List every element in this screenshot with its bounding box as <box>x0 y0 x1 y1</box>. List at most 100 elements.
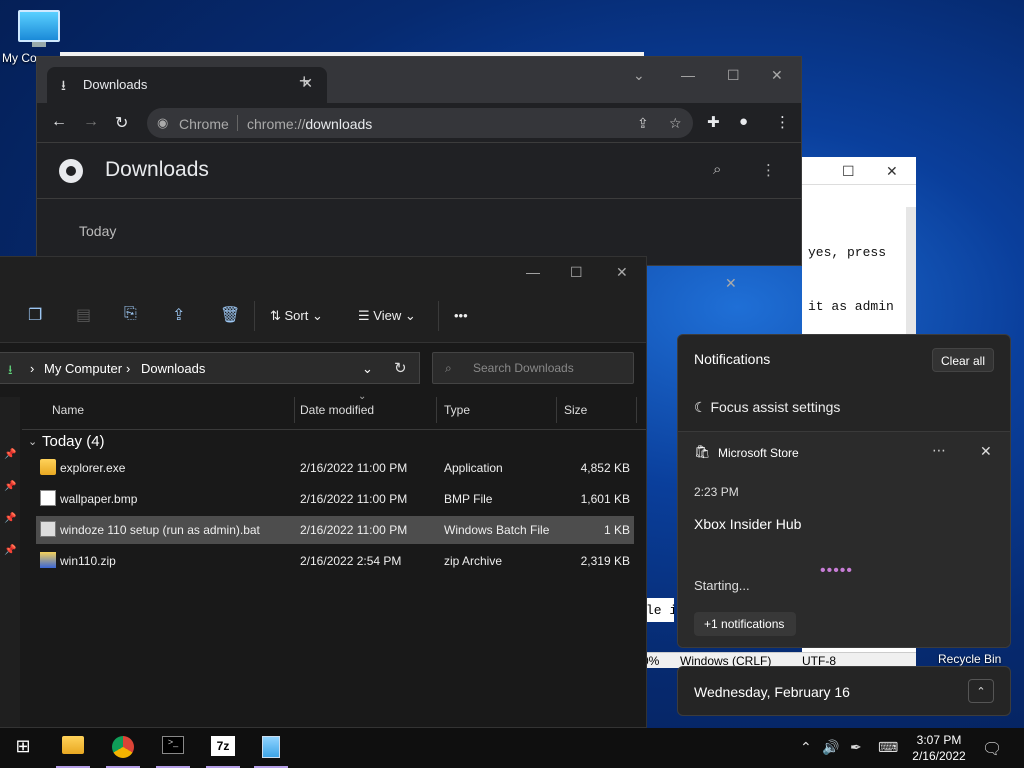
collapse-chevron-icon[interactable]: ⌄ <box>28 435 37 448</box>
breadcrumb-chevron-icon: › <box>30 361 35 376</box>
pin-icon[interactable]: 📌 <box>4 481 16 492</box>
view-button[interactable]: ☰ View ⌄ <box>358 308 416 324</box>
share-icon[interactable]: ⇪ <box>637 115 649 132</box>
taskbar-clock[interactable]: 3:07 PM 2/16/2022 <box>906 732 972 764</box>
bookmark-star-icon[interactable]: ☆ <box>669 115 682 132</box>
profile-avatar-icon[interactable]: ● <box>739 113 748 130</box>
file-size: 1 KB <box>603 523 630 537</box>
share-icon[interactable]: ⇪ <box>172 305 185 325</box>
omnibox[interactable]: ◉ Chrome chrome://downloads ⇪ ☆ <box>147 108 693 138</box>
minimize-icon[interactable]: — <box>681 67 695 83</box>
notification-card[interactable]: 🛍 Microsoft Store ⋯ ✕ 2:23 PM Xbox Insid… <box>678 431 1010 647</box>
file-row[interactable]: explorer.exe 2/16/2022 11:00 PM Applicat… <box>36 454 634 482</box>
notification-app-name: Microsoft Store <box>718 446 799 460</box>
show-hidden-icons-icon[interactable]: ⌃ <box>800 739 812 756</box>
refresh-icon[interactable]: ↻ <box>394 359 407 377</box>
taskbar-command-prompt[interactable]: >_ <box>156 734 190 768</box>
pin-icon[interactable]: 📌 <box>4 545 16 556</box>
pen-icon[interactable]: ✒ <box>850 739 862 756</box>
breadcrumb-downloads[interactable]: Downloads <box>141 361 205 376</box>
clock-date: 2/16/2022 <box>912 749 966 763</box>
more-notifications-button[interactable]: +1 notifications <box>694 612 796 636</box>
column-type[interactable]: Type <box>444 403 470 417</box>
file-type: Windows Batch File <box>444 523 550 537</box>
action-center-icon[interactable]: 🗨 <box>982 739 1002 759</box>
minimize-icon[interactable]: — <box>526 264 540 280</box>
address-dropdown-icon[interactable]: ⌄ <box>362 361 373 377</box>
tab-downloads[interactable]: ⭳ Downloads ✕ <box>47 67 327 103</box>
close-icon[interactable]: ✕ <box>616 264 628 281</box>
recycle-bin-label[interactable]: Recycle Bin <box>938 652 1001 666</box>
moon-icon: ☾ <box>694 399 707 415</box>
volume-icon[interactable]: 🔊 <box>822 739 839 756</box>
windows-logo-icon: ⊞ <box>15 736 31 756</box>
file-row-selected[interactable]: windoze 110 setup (run as admin).bat 2/1… <box>36 516 634 544</box>
pin-icon[interactable]: 📌 <box>4 513 16 524</box>
rename-icon[interactable]: ⎘ <box>124 305 137 323</box>
file-date: 2/16/2022 11:00 PM <box>300 492 408 506</box>
delete-icon[interactable]: 🗑 <box>220 305 240 325</box>
file-date: 2/16/2022 2:54 PM <box>300 554 402 568</box>
chrome-window[interactable]: ⭳ Downloads ✕ + ⌄ — ☐ ✕ ← → ↻ ◉ Chrome c… <box>36 56 802 291</box>
maximize-icon[interactable]: ☐ <box>570 264 583 281</box>
file-size: 1,601 KB <box>580 492 630 506</box>
terminal-icon: >_ <box>162 736 184 754</box>
taskbar-notepad[interactable] <box>254 734 288 768</box>
notifications-header: Notifications <box>694 351 771 367</box>
notification-center[interactable]: Notifications Clear all ☾ Focus assist s… <box>677 334 1011 648</box>
address-bar[interactable]: ⭳ › My Computer › Downloads ⌄ <box>0 352 420 384</box>
search-input[interactable]: ⌕ Search Downloads <box>432 352 634 384</box>
page-title: Downloads <box>105 158 209 181</box>
group-header-today[interactable]: ⌄ Today (4) <box>22 429 646 451</box>
notepad-partial-text: le i <box>644 598 674 622</box>
forward-icon[interactable]: → <box>83 113 99 131</box>
file-explorer-window[interactable]: — ☐ ✕ ❐ ▤ ⎘ ⇪ 🗑 ⇅ Sort ⌄ ☰ View ⌄ ••• ⭳ … <box>0 256 647 728</box>
notification-close-icon[interactable]: ✕ <box>980 443 992 460</box>
sort-chevron-icon: ⌄ <box>358 391 367 402</box>
start-button[interactable]: ⊞ <box>6 734 40 762</box>
notepad-titlebar: ☐ ✕ <box>802 157 916 185</box>
maximize-icon[interactable]: ☐ <box>842 163 855 180</box>
calendar-date-panel[interactable]: Wednesday, February 16 ⌃ <box>677 666 1011 716</box>
tab-search-icon[interactable]: ⌄ <box>633 67 645 84</box>
search-icon[interactable]: ⌕ <box>713 161 721 178</box>
chrome-menu-icon[interactable]: ⋮ <box>775 113 790 131</box>
taskbar-file-explorer[interactable] <box>56 734 90 768</box>
reload-icon[interactable]: ↻ <box>115 113 128 133</box>
breadcrumb-chevron-icon: › <box>126 361 131 376</box>
maximize-icon[interactable]: ☐ <box>727 67 740 84</box>
close-icon[interactable]: ✕ <box>886 163 898 180</box>
omnibox-url[interactable]: chrome://downloads <box>247 116 372 132</box>
store-icon: 🛍 <box>694 444 711 459</box>
clear-all-button[interactable]: Clear all <box>932 348 994 372</box>
column-date-modified[interactable]: Date modified <box>300 403 374 417</box>
taskbar-7zip[interactable]: 7z <box>206 734 240 768</box>
file-date: 2/16/2022 11:00 PM <box>300 523 408 537</box>
see-more-button[interactable]: ••• <box>454 308 468 323</box>
sort-button[interactable]: ⇅ Sort ⌄ <box>270 308 323 324</box>
focus-assist-settings-link[interactable]: ☾ Focus assist settings <box>694 399 840 416</box>
file-row[interactable]: win110.zip 2/16/2022 2:54 PM zip Archive… <box>36 547 634 575</box>
notepad-scrollbar[interactable] <box>906 207 916 337</box>
expand-calendar-icon[interactable]: ⌃ <box>968 679 994 703</box>
breadcrumb-my-computer[interactable]: My Computer <box>44 361 122 376</box>
back-icon[interactable]: ← <box>51 113 67 131</box>
extensions-icon[interactable]: ✚ <box>707 113 720 131</box>
close-icon[interactable]: ✕ <box>771 67 783 84</box>
column-size[interactable]: Size <box>564 403 587 417</box>
paste-icon[interactable]: ▤ <box>76 305 91 325</box>
explorer-command-bar: ❐ ▤ ⎘ ⇪ 🗑 ⇅ Sort ⌄ ☰ View ⌄ ••• <box>0 287 646 343</box>
notepad-text-line: yes, press <box>808 245 887 260</box>
taskbar: ⊞ >_ 7z ⌃ 🔊 ✒ ⌨ 3:07 PM 2/16/2022 🗨 <box>0 728 1024 768</box>
remove-download-icon[interactable]: ✕ <box>725 275 737 292</box>
file-row[interactable]: wallpaper.bmp 2/16/2022 11:00 PM BMP Fil… <box>36 485 634 513</box>
taskbar-chrome[interactable] <box>106 734 140 768</box>
keyboard-icon[interactable]: ⌨ <box>878 739 898 756</box>
column-name[interactable]: Name <box>52 403 84 417</box>
notification-more-icon[interactable]: ⋯ <box>932 442 946 459</box>
more-menu-icon[interactable]: ⋮ <box>761 161 776 179</box>
new-tab-icon[interactable]: + <box>299 71 310 92</box>
navigation-pane[interactable]: 📌 📌 📌 📌 <box>0 397 20 727</box>
copy-icon[interactable]: ❐ <box>28 305 42 325</box>
pin-icon[interactable]: 📌 <box>4 449 16 460</box>
